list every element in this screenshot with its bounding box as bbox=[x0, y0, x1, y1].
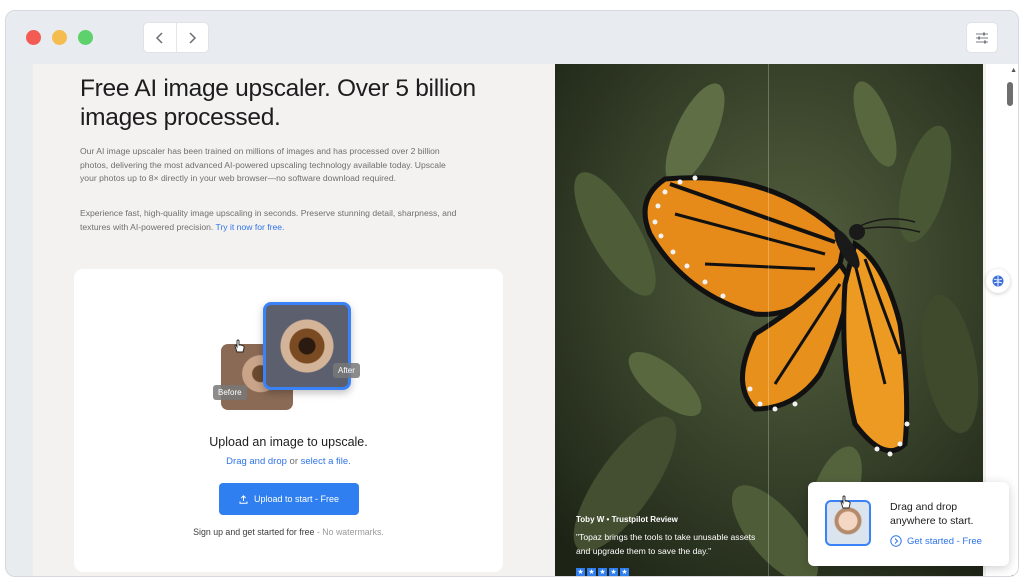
hand-cursor-icon bbox=[234, 339, 245, 353]
review-quote: "Topaz brings the tools to take unusable… bbox=[576, 532, 756, 556]
before-label: Before bbox=[213, 385, 247, 400]
upload-note-main: Sign up and get started for free bbox=[193, 527, 315, 537]
star-icon: ★ bbox=[576, 568, 585, 576]
scrollbar-thumb[interactable] bbox=[1007, 82, 1013, 106]
sliders-icon bbox=[976, 32, 988, 43]
scroll-up-arrow-icon[interactable]: ▲ bbox=[1010, 67, 1017, 74]
browser-titlebar bbox=[6, 11, 1018, 65]
star-icon: ★ bbox=[609, 568, 618, 576]
assistant-badge[interactable] bbox=[986, 269, 1010, 293]
try-free-link[interactable]: Try it now for free. bbox=[216, 222, 285, 232]
brain-icon bbox=[992, 275, 1004, 287]
star-icon: ★ bbox=[620, 568, 629, 576]
upload-subtitle: Drag and drop or select a file. bbox=[74, 456, 503, 467]
upload-title: Upload an image to upscale. bbox=[209, 435, 368, 449]
upload-note-muted: - No watermarks. bbox=[316, 527, 384, 537]
hand-cursor-icon bbox=[840, 495, 851, 509]
minimize-window-button[interactable] bbox=[52, 30, 67, 45]
toast-title: Drag and drop anywhere to start. bbox=[890, 501, 974, 527]
select-file-link[interactable]: select a file. bbox=[301, 456, 351, 467]
back-button[interactable] bbox=[144, 23, 176, 52]
hero-subdescription: Experience fast, high-quality image upsc… bbox=[80, 207, 460, 234]
upload-note: Sign up and get started for free - No wa… bbox=[74, 527, 503, 537]
hero-left-pane: Free AI image upscaler. Over 5 billion i… bbox=[33, 64, 555, 576]
review-author-line: Toby W • Trustpilot Review bbox=[576, 515, 678, 524]
upload-icon bbox=[239, 494, 248, 504]
scroll-down-arrow-icon[interactable]: ▼ bbox=[1010, 574, 1017, 576]
forward-button[interactable] bbox=[175, 23, 208, 52]
upload-button[interactable]: Upload to start - Free bbox=[219, 483, 359, 515]
upload-card[interactable]: Before After Upload an image to upscale.… bbox=[74, 269, 503, 572]
chevron-circle-right-icon bbox=[890, 535, 902, 547]
review-separator: • bbox=[606, 515, 610, 524]
or-text: or bbox=[289, 456, 298, 467]
after-label: After bbox=[333, 363, 360, 378]
comparison-divider[interactable] bbox=[768, 64, 769, 576]
star-icon: ★ bbox=[587, 568, 596, 576]
navigation-buttons bbox=[143, 22, 209, 53]
hero-description: Our AI image upscaler has been trained o… bbox=[80, 146, 446, 183]
star-icon: ★ bbox=[598, 568, 607, 576]
maximize-window-button[interactable] bbox=[78, 30, 93, 45]
review-source: Trustpilot Review bbox=[611, 515, 678, 524]
chevron-right-icon bbox=[189, 31, 197, 44]
review-author: Toby W bbox=[576, 515, 605, 524]
get-started-link[interactable]: Get started - Free bbox=[890, 535, 982, 547]
settings-button[interactable] bbox=[966, 22, 998, 53]
chevron-left-icon bbox=[155, 31, 163, 44]
page-title: Free AI image upscaler. Over 5 billion i… bbox=[80, 75, 476, 131]
get-started-label: Get started - Free bbox=[907, 535, 982, 547]
drag-and-drop-link[interactable]: Drag and drop bbox=[226, 456, 287, 467]
close-window-button[interactable] bbox=[26, 30, 41, 45]
upload-button-label: Upload to start - Free bbox=[253, 494, 340, 504]
star-rating: ★ ★ ★ ★ ★ bbox=[576, 568, 629, 576]
